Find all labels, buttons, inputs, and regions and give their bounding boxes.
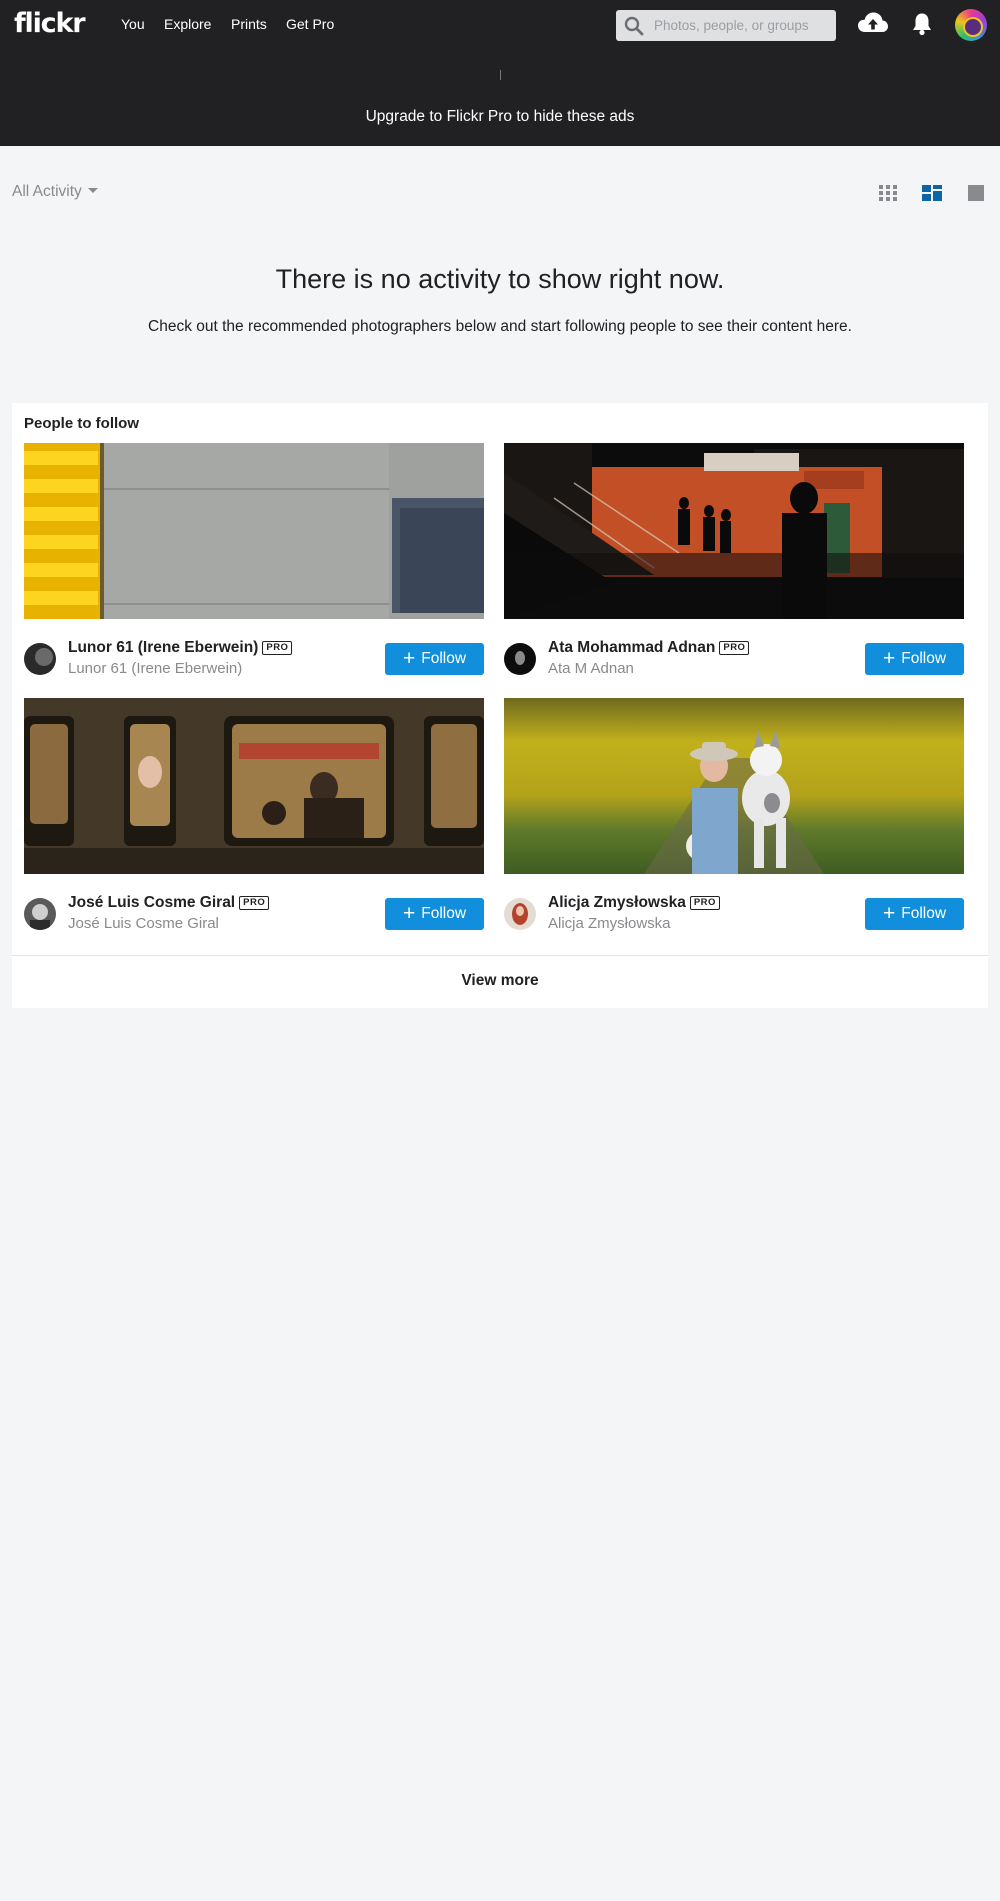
- follow-button-label: Follow: [901, 905, 947, 922]
- follow-button[interactable]: + Follow: [385, 643, 484, 675]
- pro-badge: PRO: [719, 641, 750, 655]
- person-name-text: Alicja Zmysłowska: [548, 894, 686, 911]
- flickr-logo[interactable]: flickr: [14, 8, 86, 39]
- person-name-text: Ata Mohammad Adnan: [548, 639, 716, 656]
- search-box[interactable]: [616, 10, 836, 41]
- person-card: José Luis Cosme Giral PRO José Luis Cosme…: [24, 698, 484, 938]
- view-more-button[interactable]: View more: [12, 956, 988, 1008]
- notifications-bell-icon[interactable]: [911, 12, 933, 36]
- people-to-follow-panel: People to follow Lunor 61 (Irene Eberwei…: [12, 403, 988, 1008]
- nav-link-get-pro[interactable]: Get Pro: [286, 16, 334, 32]
- search-input[interactable]: [654, 15, 829, 35]
- person-cover-photo[interactable]: [504, 698, 964, 874]
- person-username: José Luis Cosme Giral: [68, 915, 219, 932]
- person-username: Ata M Adnan: [548, 660, 634, 677]
- people-to-follow-title: People to follow: [24, 415, 139, 432]
- grid-view-icon[interactable]: [879, 184, 897, 202]
- nav-link-you[interactable]: You: [121, 16, 145, 32]
- person-cover-photo[interactable]: [24, 443, 484, 619]
- ad-banner: Upgrade to Flickr Pro to hide these ads: [0, 48, 1000, 146]
- person-card: Ata Mohammad Adnan PRO Ata M Adnan + Follo…: [504, 443, 964, 683]
- plus-icon: +: [402, 902, 416, 925]
- ad-placeholder-mark: [500, 70, 501, 80]
- follow-button[interactable]: + Follow: [865, 643, 964, 675]
- search-icon: [624, 16, 644, 36]
- person-avatar[interactable]: [504, 898, 536, 930]
- person-name-text: José Luis Cosme Giral: [68, 894, 236, 911]
- person-username: Lunor 61 (Irene Eberwein): [68, 660, 243, 677]
- plus-icon: +: [402, 647, 416, 670]
- person-cover-photo[interactable]: [24, 698, 484, 874]
- upgrade-pro-link[interactable]: Upgrade to Flickr Pro to hide these ads: [0, 108, 1000, 126]
- chevron-down-icon: [87, 188, 98, 193]
- person-card: Lunor 61 (Irene Eberwein) PRO Lunor 61 (I…: [24, 443, 484, 683]
- empty-state-subtitle: Check out the recommended photographers …: [148, 318, 852, 335]
- plus-icon: +: [882, 902, 896, 925]
- plus-icon: +: [882, 647, 896, 670]
- nav-link-explore[interactable]: Explore: [164, 16, 211, 32]
- nav-link-prints[interactable]: Prints: [231, 16, 267, 32]
- activity-filter-dropdown[interactable]: All Activity: [12, 183, 98, 201]
- person-name[interactable]: Ata Mohammad Adnan PRO: [548, 639, 750, 657]
- follow-button-label: Follow: [421, 905, 467, 922]
- follow-button-label: Follow: [901, 650, 947, 667]
- person-card: Alicja Zmysłowska PRO Alicja Zmysłowska +…: [504, 698, 964, 938]
- top-nav: flickr You Explore Prints Get Pro: [0, 0, 1000, 48]
- empty-state-title: There is no activity to show right now.: [275, 264, 725, 294]
- person-avatar[interactable]: [24, 898, 56, 930]
- large-view-icon[interactable]: [967, 184, 985, 202]
- pro-badge: PRO: [239, 896, 270, 910]
- activity-filter-label: All Activity: [12, 183, 82, 200]
- person-avatar[interactable]: [504, 643, 536, 675]
- person-cover-photo[interactable]: [504, 443, 964, 619]
- person-username: Alicja Zmysłowska: [548, 915, 671, 932]
- pro-badge: PRO: [689, 896, 720, 910]
- medium-view-icon[interactable]: [922, 184, 942, 202]
- upload-cloud-icon[interactable]: [857, 11, 889, 35]
- follow-button[interactable]: + Follow: [865, 898, 964, 930]
- person-name[interactable]: José Luis Cosme Giral PRO: [68, 894, 270, 912]
- person-name[interactable]: Alicja Zmysłowska PRO: [548, 894, 720, 912]
- pro-badge: PRO: [262, 641, 293, 655]
- follow-button[interactable]: + Follow: [385, 898, 484, 930]
- person-name-text: Lunor 61 (Irene Eberwein): [68, 639, 259, 656]
- person-name[interactable]: Lunor 61 (Irene Eberwein) PRO: [68, 639, 293, 657]
- follow-button-label: Follow: [421, 650, 467, 667]
- person-avatar[interactable]: [24, 643, 56, 675]
- account-avatar[interactable]: [955, 9, 987, 41]
